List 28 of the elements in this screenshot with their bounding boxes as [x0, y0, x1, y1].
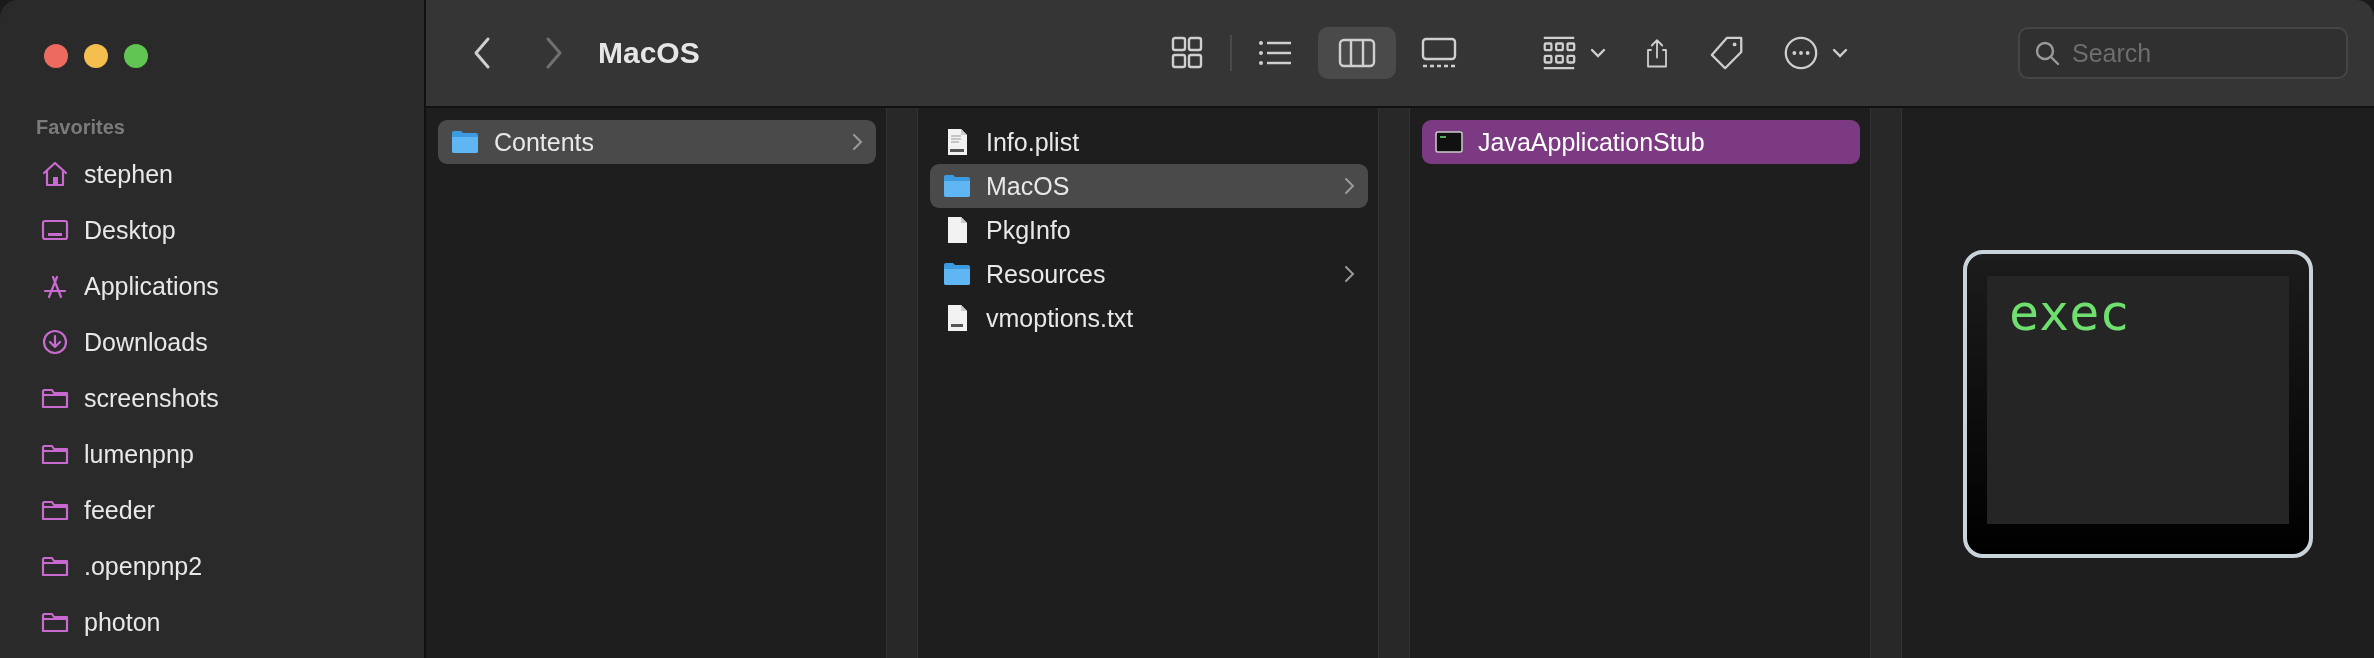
sidebar-item[interactable]: photon [0, 594, 424, 650]
sidebar-item[interactable]: .openpnp2 [0, 538, 424, 594]
sidebar-heading: Favorites [35, 115, 126, 140]
caret-icon [1832, 47, 1848, 59]
file-item[interactable]: JavaApplicationStub [1422, 120, 1860, 164]
caret-icon [1590, 47, 1606, 59]
sidebar-item[interactable]: Applications [0, 258, 424, 314]
download-icon [40, 327, 70, 357]
close-button[interactable] [44, 44, 68, 68]
file-item[interactable]: PkgInfo [930, 208, 1368, 252]
search-field[interactable]: Search [2018, 27, 2348, 79]
home-icon [40, 159, 70, 189]
file-item[interactable]: Resources [930, 252, 1368, 296]
preview-text: exec [2009, 284, 2130, 342]
sidebar-item[interactable]: lumenpnp [0, 426, 424, 482]
sidebar-item[interactable]: screenshots [0, 370, 424, 426]
sidebar-item[interactable]: feeder [0, 482, 424, 538]
columns-view-button[interactable] [1318, 27, 1396, 79]
zoom-button[interactable] [124, 44, 148, 68]
file-item[interactable]: MacOS [930, 164, 1368, 208]
file-item[interactable]: Info.plist [930, 120, 1368, 164]
window-title: MacOS [598, 36, 701, 70]
sidebar-item[interactable]: Downloads [0, 314, 424, 370]
sidebar-item[interactable]: Desktop [0, 202, 424, 258]
minimize-button[interactable] [84, 44, 108, 68]
file-item[interactable]: Contents [438, 120, 876, 164]
file-item[interactable]: vmoptions.txt [930, 296, 1368, 340]
sidebar-item[interactable]: stephen [0, 146, 424, 202]
